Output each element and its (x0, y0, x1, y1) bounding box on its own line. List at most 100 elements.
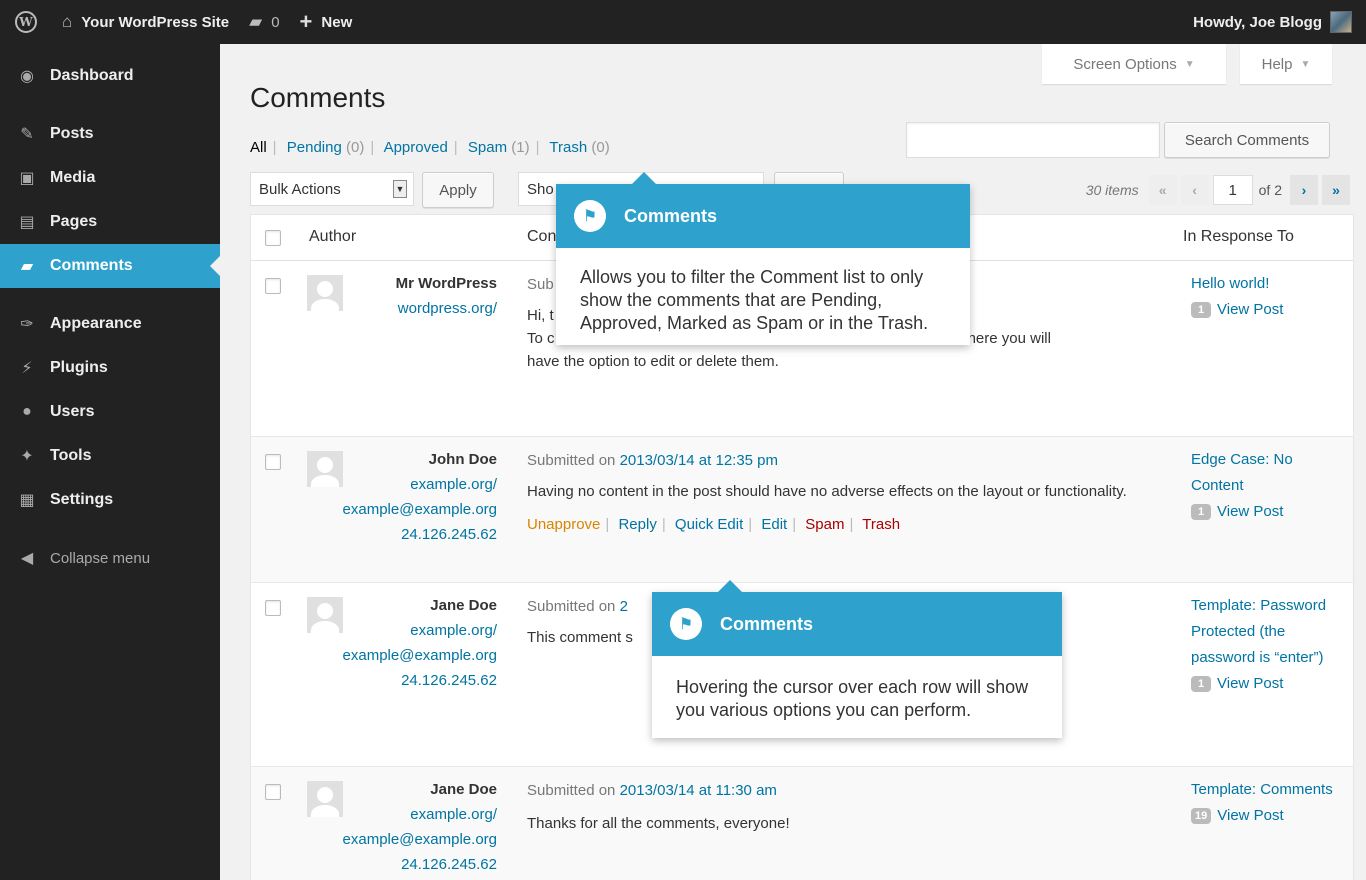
author-url-link[interactable]: example.org/ (287, 618, 497, 643)
row-checkbox[interactable] (265, 454, 281, 470)
table-row: John Doe example.org/ example@example.or… (251, 437, 1353, 583)
site-name-link[interactable]: ⌂ Your WordPress Site (52, 0, 239, 44)
view-post-link[interactable]: View Post (1217, 807, 1283, 824)
comment-count-bubble[interactable]: 1 (1191, 302, 1211, 319)
column-response[interactable]: In Response To (1183, 228, 1294, 246)
sidebar-item-tools[interactable]: ✦ Tools (0, 434, 220, 478)
prev-page-button[interactable]: ‹ (1180, 175, 1209, 205)
page-title: Comments (250, 82, 386, 113)
filter-all[interactable]: All (250, 139, 267, 156)
sidebar-item-media[interactable]: ▣ Media (0, 156, 220, 200)
post-title-link[interactable]: Hello world! (1191, 271, 1341, 297)
comment-author: Jane Doe example.org/ example@example.or… (287, 777, 497, 877)
comment-count-bubble[interactable]: 19 (1191, 808, 1212, 825)
view-post-link[interactable]: View Post (1217, 503, 1283, 520)
admin-bar: W ⌂ Your WordPress Site ▰ 0 + New Howdy, Jo… (0, 0, 1366, 44)
pin-icon: ✎ (20, 126, 34, 143)
wordpress-logo-icon[interactable]: W (0, 0, 52, 44)
unapprove-link[interactable]: Unapprove (527, 516, 600, 533)
pages-icon: ▤ (19, 214, 35, 231)
pointer-title: Comments (624, 205, 718, 226)
view-post-link[interactable]: View Post (1217, 675, 1283, 692)
comment-date-link[interactable]: 2013/03/14 at 11:30 am (620, 782, 777, 799)
sidebar-item-posts[interactable]: ✎ Posts (0, 112, 220, 156)
post-title-link[interactable]: Template: Comments (1191, 777, 1341, 803)
wrench-icon: ✦ (20, 448, 34, 465)
sidebar-item-users[interactable]: ● Users (0, 390, 220, 434)
quick-edit-link[interactable]: Quick Edit (675, 516, 743, 533)
help-pointer-row-actions: ⚑ Comments Hovering the cursor over each … (652, 580, 1062, 738)
author-ip-link[interactable]: 24.126.245.62 (287, 852, 497, 877)
row-checkbox[interactable] (265, 600, 281, 616)
total-pages: of 2 (1258, 182, 1282, 198)
post-title-link[interactable]: Template: Password Protected (the passwo… (1191, 593, 1341, 671)
author-email-link[interactable]: example@example.org (287, 643, 497, 668)
author-url-link[interactable]: wordpress.org/ (287, 296, 497, 321)
home-icon: ⌂ (62, 12, 73, 31)
comment-count-bubble[interactable]: 1 (1191, 676, 1211, 693)
comments-link[interactable]: ▰ 0 (239, 0, 289, 44)
in-response-to: Template: Comments 19 View Post (1191, 777, 1341, 829)
dashboard-icon: ◉ (20, 68, 34, 85)
edit-link[interactable]: Edit (761, 516, 787, 533)
filter-spam[interactable]: Spam (1) (468, 139, 530, 156)
column-comment[interactable]: Con (527, 228, 556, 246)
sidebar-item-pages[interactable]: ▤ Pages (0, 200, 220, 244)
pagination: 30 items « ‹ 1 of 2 › » (1086, 172, 1354, 208)
main-content: Screen Options ▼ Help ▼ Comments All | Pend… (220, 44, 1366, 880)
current-page-input[interactable]: 1 (1212, 175, 1253, 205)
author-url-link[interactable]: example.org/ (287, 802, 497, 827)
in-response-to: Hello world! 1 View Post (1191, 271, 1341, 323)
last-page-button[interactable]: » (1322, 175, 1350, 205)
comment-author: John Doe example.org/ example@example.or… (287, 447, 497, 547)
row-checkbox[interactable] (265, 784, 281, 800)
first-page-button[interactable]: « (1148, 175, 1177, 205)
comment-status-filters: All | Pending (0) | Approved | Spam (1) | Tr… (250, 139, 610, 156)
sidebar-item-settings[interactable]: ▦ Settings (0, 478, 220, 522)
author-ip-link[interactable]: 24.126.245.62 (287, 668, 497, 693)
row-actions: Unapprove | Reply | Quick Edit | Edit | Spam… (527, 516, 901, 533)
sidebar-item-dashboard[interactable]: ◉ Dashboard (0, 54, 220, 98)
column-author[interactable]: Author (309, 228, 356, 246)
select-all-checkbox[interactable] (265, 230, 281, 246)
brush-icon: ✑ (20, 316, 34, 333)
help-button[interactable]: Help ▼ (1240, 44, 1332, 84)
comment-author: Jane Doe example.org/ example@example.or… (287, 593, 497, 693)
bulk-actions-select[interactable]: Bulk Actions ▼ (250, 172, 414, 206)
pointer-arrow (632, 172, 656, 184)
settings-icon: ▦ (19, 492, 35, 509)
author-email-link[interactable]: example@example.org (287, 827, 497, 852)
user-icon: ● (22, 403, 32, 420)
view-post-link[interactable]: View Post (1217, 301, 1283, 318)
comment-date-link[interactable]: 2013/03/14 at 12:35 pm (620, 452, 778, 469)
comment-author: Mr WordPress wordpress.org/ (287, 271, 497, 321)
plug-icon: ⚡ (21, 360, 33, 377)
filter-trash[interactable]: Trash (0) (549, 139, 609, 156)
sidebar-item-comments[interactable]: ▰ Comments (0, 244, 220, 288)
apply-button[interactable]: Apply (422, 172, 494, 208)
trash-link[interactable]: Trash (862, 516, 900, 533)
collapse-menu-button[interactable]: ◀ Collapse menu (0, 536, 220, 580)
filter-pending[interactable]: Pending (0) (287, 139, 365, 156)
sidebar-item-appearance[interactable]: ✑ Appearance (0, 302, 220, 346)
filter-approved[interactable]: Approved (384, 139, 448, 156)
sidebar-item-plugins[interactable]: ⚡ Plugins (0, 346, 220, 390)
items-count: 30 items (1085, 182, 1139, 198)
next-page-button[interactable]: › (1290, 175, 1318, 205)
comment-count-bubble[interactable]: 1 (1191, 504, 1211, 521)
triangle-down-icon: ▼ (1184, 58, 1195, 70)
pointer-body: Allows you to filter the Comment list to… (580, 267, 929, 333)
search-input[interactable] (906, 122, 1160, 158)
reply-link[interactable]: Reply (618, 516, 656, 533)
post-title-link[interactable]: Edge Case: No Content (1191, 447, 1341, 499)
search-comments-button[interactable]: Search Comments (1164, 122, 1330, 158)
new-content-link[interactable]: + New (290, 0, 363, 44)
author-url-link[interactable]: example.org/ (287, 472, 497, 497)
row-checkbox[interactable] (265, 278, 281, 294)
account-menu[interactable]: Howdy, Joe Blogg (1183, 0, 1366, 44)
screen-options-button[interactable]: Screen Options ▼ (1042, 44, 1226, 84)
author-ip-link[interactable]: 24.126.245.62 (287, 522, 497, 547)
spam-link[interactable]: Spam (805, 516, 844, 533)
media-icon: ▣ (19, 170, 35, 187)
author-email-link[interactable]: example@example.org (287, 497, 497, 522)
